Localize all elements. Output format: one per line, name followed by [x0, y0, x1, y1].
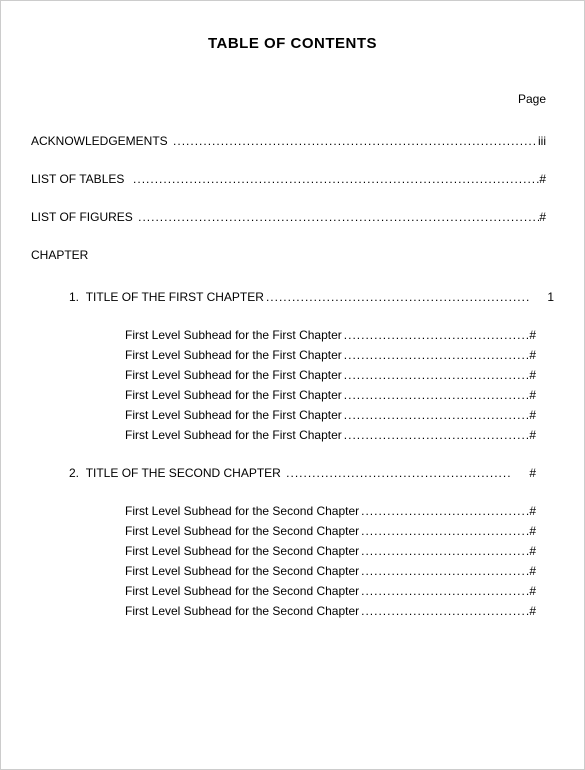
leader-dots — [342, 348, 530, 362]
subhead-label: First Level Subhead for the First Chapte… — [125, 428, 342, 442]
toc-page-number: # — [529, 544, 554, 558]
leader-dots — [136, 210, 539, 224]
toc-subhead: First Level Subhead for the Second Chapt… — [31, 504, 554, 518]
subhead-label: First Level Subhead for the First Chapte… — [125, 368, 342, 382]
toc-page-number: # — [539, 210, 554, 224]
subhead-label: First Level Subhead for the First Chapte… — [125, 328, 342, 342]
spacer — [79, 290, 86, 304]
chapter-heading: CHAPTER — [31, 248, 554, 262]
toc-subhead: First Level Subhead for the Second Chapt… — [31, 564, 554, 578]
toc-page-number: # — [529, 584, 554, 598]
leader-dots — [131, 172, 539, 186]
toc-page-number: # — [529, 328, 554, 342]
toc-page-number: # — [529, 604, 554, 618]
toc-page-number: iii — [538, 134, 554, 148]
leader-dots — [342, 368, 530, 382]
chapter-title-text: TITLE OF THE FIRST CHAPTER — [86, 290, 264, 304]
toc-label: LIST OF TABLES — [31, 172, 124, 186]
page-column-header: Page — [31, 92, 554, 106]
subhead-label: First Level Subhead for the Second Chapt… — [125, 584, 359, 598]
toc-subhead: First Level Subhead for the First Chapte… — [31, 328, 554, 342]
leader-dots — [359, 584, 529, 598]
toc-label: LIST OF FIGURES — [31, 210, 133, 224]
subhead-label: First Level Subhead for the Second Chapt… — [125, 604, 359, 618]
subhead-label: First Level Subhead for the Second Chapt… — [125, 564, 359, 578]
toc-subhead: First Level Subhead for the First Chapte… — [31, 348, 554, 362]
toc-subhead: First Level Subhead for the Second Chapt… — [31, 604, 554, 618]
toc-page-number: # — [529, 504, 554, 518]
leader-dots — [359, 524, 529, 538]
toc-chapter-title: 1. TITLE OF THE FIRST CHAPTER 1 — [31, 290, 554, 304]
toc-page-number: # — [529, 388, 554, 402]
leader-dots — [284, 466, 511, 480]
subhead-label: First Level Subhead for the First Chapte… — [125, 408, 342, 422]
document-title: TABLE OF CONTENTS — [31, 35, 554, 52]
leader-dots — [342, 408, 530, 422]
toc-page-number: # — [529, 368, 554, 382]
chapter-number: 1. — [69, 290, 79, 304]
leader-dots — [342, 328, 530, 342]
leader-dots — [342, 388, 530, 402]
toc-page-number: # — [529, 348, 554, 362]
subhead-label: First Level Subhead for the Second Chapt… — [125, 504, 359, 518]
toc-entry-list-of-figures: LIST OF FIGURES # — [31, 210, 554, 224]
leader-dots — [359, 504, 529, 518]
toc-page-number: # — [529, 524, 554, 538]
spacer — [124, 172, 131, 186]
toc-label: ACKNOWLEDGEMENTS — [31, 134, 168, 148]
toc-page-number: # — [529, 564, 554, 578]
toc-page-number: # — [539, 172, 554, 186]
subhead-label: First Level Subhead for the First Chapte… — [125, 348, 342, 362]
toc-subhead: First Level Subhead for the First Chapte… — [31, 388, 554, 402]
chapter-number: 2. — [69, 466, 79, 480]
toc-subhead: First Level Subhead for the Second Chapt… — [31, 584, 554, 598]
leader-dots — [359, 604, 529, 618]
leader-dots — [264, 290, 529, 304]
toc-subhead: First Level Subhead for the First Chapte… — [31, 368, 554, 382]
subhead-label: First Level Subhead for the Second Chapt… — [125, 524, 359, 538]
chapter-title-text: TITLE OF THE SECOND CHAPTER — [86, 466, 281, 480]
leader-dots — [359, 544, 529, 558]
toc-subhead: First Level Subhead for the Second Chapt… — [31, 524, 554, 538]
leader-dots — [359, 564, 529, 578]
toc-page-number: # — [529, 408, 554, 422]
toc-entry-list-of-tables: LIST OF TABLES # — [31, 172, 554, 186]
leader-dots — [171, 134, 538, 148]
toc-subhead: First Level Subhead for the First Chapte… — [31, 408, 554, 422]
spacer — [79, 466, 86, 480]
toc-chapter-title: 2. TITLE OF THE SECOND CHAPTER # — [31, 466, 554, 480]
toc-entry-acknowledgements: ACKNOWLEDGEMENTS iii — [31, 134, 554, 148]
subhead-label: First Level Subhead for the Second Chapt… — [125, 544, 359, 558]
toc-page-number: # — [511, 466, 554, 480]
leader-dots — [342, 428, 530, 442]
toc-page-number: # — [529, 428, 554, 442]
toc-subhead: First Level Subhead for the Second Chapt… — [31, 544, 554, 558]
toc-subhead: First Level Subhead for the First Chapte… — [31, 428, 554, 442]
toc-page-number: 1 — [529, 290, 554, 304]
subhead-label: First Level Subhead for the First Chapte… — [125, 388, 342, 402]
